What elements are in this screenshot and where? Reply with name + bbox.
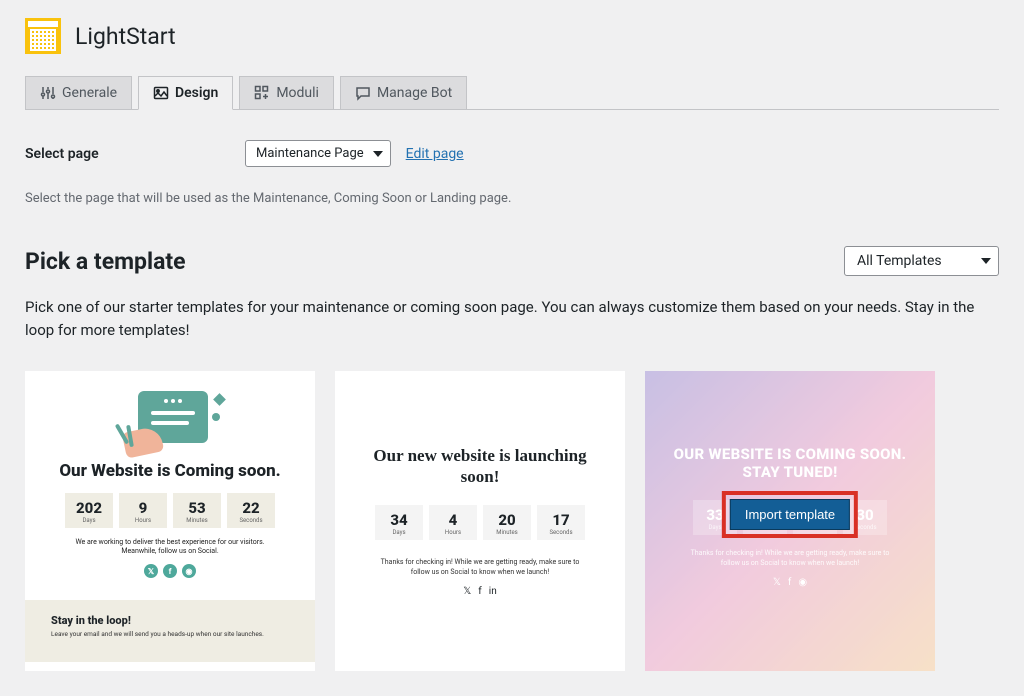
select-page-dropdown[interactable]: Maintenance Page bbox=[245, 140, 391, 167]
select-page-helper: Select the page that will be used as the… bbox=[25, 191, 999, 206]
templates-grid: Our Website is Coming soon. 202Days 9Hou… bbox=[25, 371, 999, 671]
page-header: LightStart bbox=[25, 0, 999, 76]
tab-manage-bot[interactable]: Manage Bot bbox=[340, 76, 467, 110]
template-card-3[interactable]: OUR WEBSITE IS COMING SOON. STAY TUNED! … bbox=[645, 371, 935, 671]
template-2-counters: 34Days 4Hours 20Minutes 17Seconds bbox=[355, 505, 605, 540]
import-button-highlight: Import template bbox=[722, 491, 858, 538]
template-filter-dropdown[interactable]: All Templates bbox=[844, 246, 999, 276]
chat-icon bbox=[355, 85, 371, 101]
template-2-social: 𝕏fin bbox=[355, 586, 605, 597]
app-logo bbox=[25, 18, 61, 54]
import-template-button[interactable]: Import template bbox=[730, 499, 850, 530]
tab-moduli[interactable]: Moduli bbox=[239, 76, 334, 110]
app-title: LightStart bbox=[75, 23, 176, 50]
edit-page-link[interactable]: Edit page bbox=[406, 146, 464, 162]
pick-template-description: Pick one of our starter templates for yo… bbox=[25, 296, 999, 343]
pick-template-title: Pick a template bbox=[25, 248, 186, 275]
template-2-title: Our new website is launching soon! bbox=[355, 445, 605, 488]
template-1-title: Our Website is Coming soon. bbox=[39, 461, 301, 481]
tab-generale[interactable]: Generale bbox=[25, 76, 132, 110]
template-card-2[interactable]: Our new website is launching soon! 34Day… bbox=[335, 371, 625, 671]
template-1-illustration bbox=[120, 389, 220, 449]
sliders-icon bbox=[40, 85, 56, 101]
grid-add-icon bbox=[254, 85, 270, 101]
tab-design[interactable]: Design bbox=[138, 76, 233, 110]
image-icon bbox=[153, 85, 169, 101]
template-card-1[interactable]: Our Website is Coming soon. 202Days 9Hou… bbox=[25, 371, 315, 671]
tab-bar: Generale Design Moduli Manage Bot bbox=[25, 76, 999, 110]
template-1-counters: 202Days 9Hours 53Minutes 22Seconds bbox=[39, 493, 301, 528]
template-1-social: 𝕏f◉ bbox=[39, 564, 301, 578]
select-page-label: Select page bbox=[25, 146, 245, 162]
